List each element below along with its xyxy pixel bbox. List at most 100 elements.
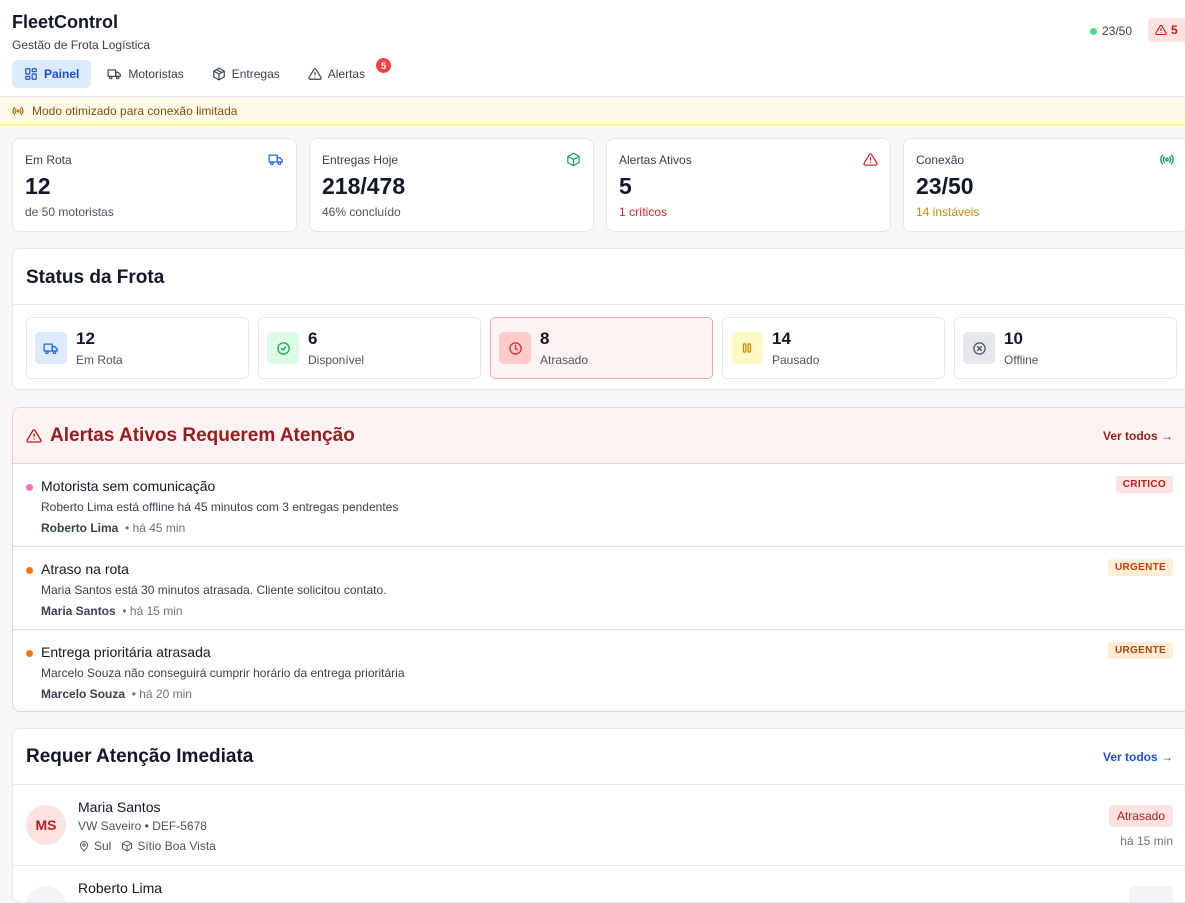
alert-item[interactable]: Motorista sem comunicação Roberto Lima e…: [13, 464, 1185, 547]
fleet-status-count: 6: [308, 329, 318, 348]
signal-icon: [1159, 152, 1175, 167]
alert-triangle-icon: [308, 67, 322, 81]
tab-label: Alertas: [327, 67, 366, 81]
fleet-status-offline[interactable]: 10 Offline: [954, 317, 1177, 379]
fleet-status-disponivel[interactable]: 6 Disponível: [258, 317, 481, 379]
alert-title: Atraso na rota: [41, 561, 129, 577]
truck-icon: [107, 67, 122, 81]
stat-sub: 14 instáveis: [916, 205, 980, 219]
tab-entregas[interactable]: Entregas: [200, 60, 292, 88]
fleet-status-label: Em Rota: [76, 353, 123, 367]
stat-value: 23/50: [916, 173, 974, 199]
section-title: Alertas Ativos Requerem Atenção: [50, 424, 355, 446]
alerts-count-badge: 5: [376, 58, 392, 73]
pause-icon: [731, 332, 763, 364]
driver-row[interactable]: Roberto Lima: [13, 866, 1185, 902]
connection-mode-banner: Modo otimizado para conexão limitada: [0, 98, 1185, 125]
fleet-status-count: 12: [76, 329, 95, 348]
alert-description: Maria Santos está 30 minutos atrasada. C…: [41, 583, 387, 597]
alert-title: Entrega prioritária atrasada: [41, 644, 211, 660]
alert-driver: Roberto Lima: [41, 521, 119, 535]
alert-time: • há 20 min: [131, 687, 192, 701]
fleet-status-atrasado[interactable]: 8 Atrasado: [490, 317, 713, 379]
stat-card-entregas: Entregas Hoje 218/478 46% concluído: [309, 138, 594, 232]
stat-value: 5: [619, 173, 632, 199]
severity-badge: CRITICO: [1115, 476, 1173, 493]
tab-label: Motoristas: [128, 67, 184, 81]
stat-card-conexao: Conexão 23/50 14 instáveis: [903, 138, 1185, 232]
alert-meta: Marcelo Souza • há 20 min: [41, 687, 1185, 701]
alert-description: Roberto Lima está offline há 45 minutos …: [41, 500, 399, 514]
alert-meta: Roberto Lima • há 45 min: [41, 521, 1185, 535]
fleet-status-count: 10: [1004, 329, 1023, 348]
driver-destination: Sítio Boa Vista: [137, 839, 216, 853]
driver-name: Roberto Lima: [78, 880, 163, 896]
attention-panel-header: Requer Atenção Imediata Ver todos →: [13, 729, 1185, 785]
header-alert-badge[interactable]: 5: [1148, 18, 1185, 42]
fleet-status-list: 12 Em Rota 6 Disponível 8 Atrasado 14 Pa…: [26, 317, 1177, 379]
view-all-drivers-link[interactable]: Ver todos →: [1103, 750, 1173, 764]
package-icon: [212, 67, 226, 81]
map-pin-icon: [78, 840, 90, 852]
tab-motoristas[interactable]: Motoristas: [95, 60, 195, 88]
fleet-status-count: 8: [540, 329, 550, 348]
fleet-status-label: Disponível: [308, 353, 365, 367]
severity-badge: URGENTE: [1108, 559, 1173, 576]
x-circle-icon: [963, 332, 995, 364]
alert-triangle-icon: [1155, 24, 1167, 36]
driver-name: Maria Santos: [78, 799, 161, 815]
header-alert-count: 5: [1171, 23, 1178, 37]
avatar: MS: [26, 805, 66, 845]
signal-icon: [12, 105, 24, 117]
driver-vehicle: VW Saveiro • DEF-5678: [78, 819, 207, 833]
fleet-status-count: 14: [772, 329, 791, 348]
stat-sub: 46% concluído: [322, 205, 401, 219]
app-title: FleetControl: [12, 12, 118, 32]
online-dot-icon: [1090, 27, 1097, 35]
fleet-status-em-rota[interactable]: 12 Em Rota: [26, 317, 249, 379]
alerts-panel-header: Alertas Ativos Requerem Atenção Ver todo…: [13, 408, 1185, 464]
alert-triangle-icon: [26, 428, 42, 444]
connection-indicator[interactable]: 23/50: [1090, 23, 1132, 39]
alert-item[interactable]: Entrega prioritária atrasada Marcelo Sou…: [13, 630, 1185, 711]
stat-value: 218/478: [322, 173, 406, 199]
stat-sub: de 50 motoristas: [25, 205, 114, 219]
driver-region: Sul: [94, 839, 112, 853]
status-badge: Atrasado: [1108, 805, 1173, 827]
alert-title: Motorista sem comunicação: [41, 478, 216, 494]
stat-label: Alertas Ativos: [619, 153, 692, 167]
alert-item[interactable]: Atraso na rota Maria Santos está 30 minu…: [13, 547, 1185, 630]
alert-time: • há 45 min: [125, 521, 186, 535]
driver-row[interactable]: MS Maria Santos VW Saveiro • DEF-5678 Su…: [13, 785, 1185, 866]
stat-value: 12: [25, 173, 51, 199]
immediate-attention-panel: Requer Atenção Imediata Ver todos → MS M…: [12, 728, 1185, 903]
banner-text: Modo otimizado para conexão limitada: [32, 104, 238, 118]
alert-meta: Maria Santos • há 15 min: [41, 604, 1185, 618]
stat-card-em-rota: Em Rota 12 de 50 motoristas: [12, 138, 297, 232]
severity-dot-icon: [26, 484, 33, 491]
driver-location: Sul Sítio Boa Vista: [78, 839, 216, 853]
package-icon: [121, 840, 133, 852]
tab-alertas[interactable]: Alertas 5: [296, 58, 392, 88]
fleet-status-pausado[interactable]: 14 Pausado: [722, 317, 945, 379]
tab-painel[interactable]: Painel: [12, 60, 92, 88]
package-icon: [566, 152, 581, 167]
app-subtitle: Gestão de Frota Logística: [12, 38, 151, 52]
section-title: Status da Frota: [26, 267, 165, 288]
truck-icon: [35, 332, 67, 364]
view-all-alerts-link[interactable]: Ver todos →: [1103, 429, 1173, 443]
severity-dot-icon: [26, 567, 33, 574]
stat-card-alertas: Alertas Ativos 5 1 críticos: [606, 138, 891, 232]
alert-driver: Marcelo Souza: [41, 687, 126, 701]
severity-badge: URGENTE: [1108, 642, 1173, 659]
section-title: Requer Atenção Imediata: [26, 745, 254, 767]
stat-label: Em Rota: [25, 153, 72, 167]
alert-time: • há 15 min: [122, 604, 183, 618]
fleet-status-label: Offline: [1004, 353, 1039, 367]
driver-time: há 15 min: [1120, 834, 1173, 848]
stat-label: Entregas Hoje: [322, 153, 399, 167]
main-tabs: Painel Motoristas Entregas Alertas 5: [12, 58, 392, 88]
truck-icon: [268, 152, 284, 167]
active-alerts-panel: Alertas Ativos Requerem Atenção Ver todo…: [12, 407, 1185, 712]
app-header: FleetControl Gestão de Frota Logística 2…: [0, 0, 1185, 97]
